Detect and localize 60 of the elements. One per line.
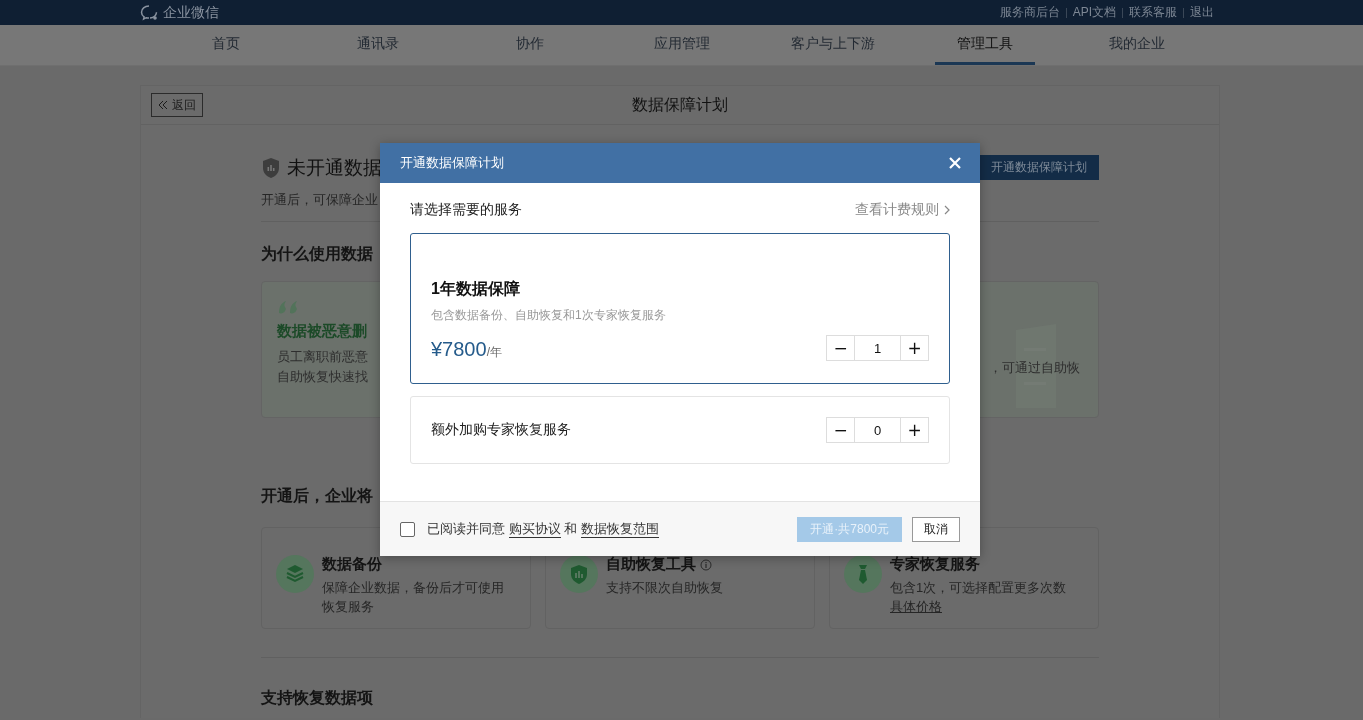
nav-tab[interactable]: 应用管理: [631, 25, 732, 65]
feature-title: 自助恢复工具: [606, 555, 696, 574]
feature-title: 数据备份: [322, 555, 382, 574]
back-button[interactable]: 返回: [151, 93, 203, 117]
header-link[interactable]: 服务商后台: [993, 4, 1066, 21]
plus-button[interactable]: +: [900, 335, 929, 361]
price-link[interactable]: 具体价格: [890, 597, 942, 616]
cancel-button[interactable]: 取消: [912, 516, 960, 542]
header-link[interactable]: API文档: [1066, 4, 1122, 21]
section-heading: 开通后，企业将: [261, 486, 374, 506]
case-text: ，可通过自助恢: [989, 359, 1080, 377]
checkbox[interactable]: [400, 521, 415, 537]
section-heading: 支持恢复数据项: [261, 688, 374, 708]
agreement-link[interactable]: 数据恢复范围: [580, 521, 659, 538]
chat-bubble-icon: [140, 3, 160, 22]
feature-description: 支持不限次自助恢复: [606, 579, 723, 597]
dialog-title: 开通数据保障计划: [400, 154, 504, 172]
feature-title: 专家恢复服务: [890, 555, 980, 574]
case-text: 自助恢复快速找: [277, 368, 368, 386]
minus-button[interactable]: −: [826, 335, 855, 361]
feature-description: 保障企业数据，备份后才可使用恢复服务: [322, 579, 505, 616]
plan-description: 包含数据备份、自助恢复和1次专家恢复服务: [431, 307, 666, 324]
chevron-right-icon: [944, 204, 950, 215]
status-description: 开通后，可保障企业: [261, 191, 379, 209]
status-title: 未开通数据: [287, 156, 382, 180]
quantity-field[interactable]: 1: [854, 335, 901, 361]
case-title: 数据被恶意删: [277, 322, 368, 341]
layers-icon: [285, 564, 305, 584]
shield-icon: [569, 564, 589, 584]
section-heading: 为什么使用数据: [261, 244, 374, 264]
close-icon[interactable]: [948, 156, 962, 170]
nav-tab[interactable]: 通讯录: [327, 25, 428, 65]
prompt-text: 请选择需要的服务: [410, 200, 522, 219]
double-chevron-icon: [158, 100, 168, 110]
feature-description: 包含1次，可选择配置更多次数: [890, 579, 1067, 597]
page-title: 数据保障计划: [632, 94, 728, 115]
logo-text: 企业微信: [163, 3, 219, 22]
pricing-rules-link[interactable]: 查看计费规则: [855, 200, 950, 219]
agreement-link[interactable]: 购买协议: [508, 521, 561, 538]
header-link[interactable]: 联系客服: [1123, 4, 1183, 21]
plus-button[interactable]: +: [900, 417, 929, 443]
activate-button[interactable]: 开通数据保障计划: [979, 155, 1099, 180]
nav-tab[interactable]: 管理工具: [935, 25, 1036, 65]
quote-icon: [277, 300, 299, 314]
plan-title: 1年数据保障: [431, 279, 521, 299]
shield-icon: [261, 157, 281, 179]
price-unit: /年: [486, 345, 502, 361]
agreement-text: 已阅读并同意 购买协议 和 数据恢复范围: [427, 520, 659, 538]
header-link[interactable]: 退出: [1184, 4, 1220, 21]
nav-tab[interactable]: 客户与上下游: [783, 25, 884, 65]
option-card[interactable]: 额外加购专家恢复服务 − 0 +: [410, 396, 950, 464]
nav-tab[interactable]: 我的企业: [1087, 25, 1187, 65]
addon-title: 额外加购专家恢复服务: [431, 421, 571, 439]
minus-button[interactable]: −: [826, 417, 855, 443]
price: ¥7800: [431, 338, 487, 361]
nav-tab[interactable]: 协作: [479, 25, 580, 65]
nav-tab[interactable]: 首页: [176, 25, 276, 65]
case-text: 员工离职前恶意: [277, 348, 368, 366]
quantity-field[interactable]: 0: [854, 417, 901, 443]
option-card[interactable]: 1年数据保障 包含数据备份、自助恢复和1次专家恢复服务 ¥7800/年 − 1 +: [410, 233, 950, 384]
